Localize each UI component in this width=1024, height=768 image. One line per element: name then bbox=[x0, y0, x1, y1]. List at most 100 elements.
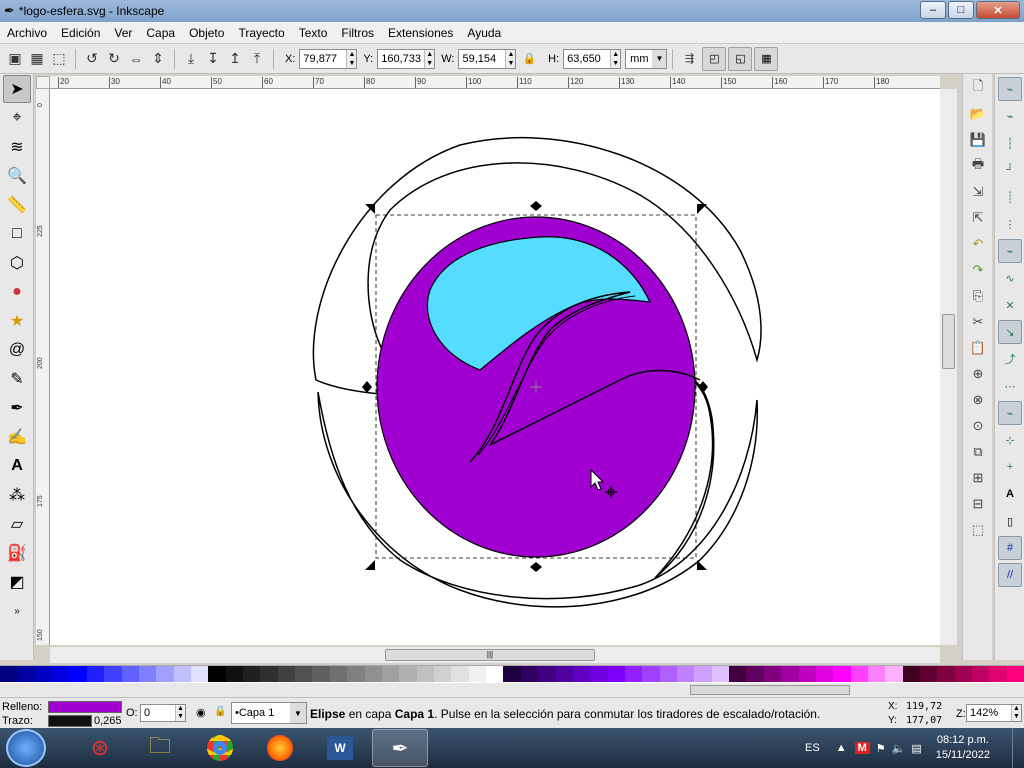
transform-gradients-toggle[interactable]: ◱ bbox=[728, 46, 753, 71]
redo-icon[interactable]: ↷ bbox=[966, 258, 990, 282]
open-file-icon[interactable]: 📂 bbox=[966, 102, 990, 126]
taskbar-explorer-icon[interactable]: 🗀 bbox=[132, 729, 188, 767]
taskbar-word-icon[interactable]: W bbox=[312, 729, 368, 767]
network-icon[interactable]: ▤ bbox=[911, 742, 921, 755]
palette-swatch[interactable] bbox=[920, 666, 938, 682]
horizontal-scroll-thumb[interactable]: ||| bbox=[385, 649, 595, 661]
snap-midpoints-icon[interactable]: ⋯ bbox=[998, 374, 1022, 398]
snap-grid-icon[interactable]: # bbox=[998, 536, 1022, 560]
palette-swatch[interactable] bbox=[659, 666, 678, 682]
antivirus-tray-icon[interactable]: M bbox=[854, 742, 870, 754]
fill-swatch[interactable] bbox=[48, 701, 122, 713]
zoom-drawing-icon[interactable]: ⊗ bbox=[966, 388, 990, 412]
palette-scrollbar[interactable] bbox=[0, 683, 1024, 697]
handle-w[interactable] bbox=[362, 381, 372, 393]
print-icon[interactable]: 🖶 bbox=[966, 154, 990, 178]
undo-icon[interactable]: ↶ bbox=[966, 232, 990, 256]
menu-edicion[interactable]: Edición bbox=[54, 26, 107, 40]
paste-icon[interactable]: 📋 bbox=[966, 336, 990, 360]
raise-top-icon[interactable]: ⤒ bbox=[246, 48, 268, 70]
palette-swatch[interactable] bbox=[433, 666, 452, 682]
rectangle-tool-icon[interactable]: □ bbox=[3, 220, 31, 248]
snap-bbox-midpoints-icon[interactable]: ┊ bbox=[998, 185, 1022, 209]
minimize-button[interactable]: – bbox=[920, 1, 946, 19]
taskbar-firefox-icon[interactable] bbox=[252, 729, 308, 767]
snap-intersections-icon[interactable]: ✕ bbox=[998, 293, 1022, 317]
palette-swatch[interactable] bbox=[138, 666, 157, 682]
import-icon[interactable]: ⇲ bbox=[966, 180, 990, 204]
y-spin-arrows[interactable]: ▲ ▼ bbox=[424, 49, 435, 68]
palette-swatch[interactable] bbox=[694, 666, 712, 682]
palette-swatch[interactable] bbox=[34, 666, 53, 682]
palette-swatch[interactable] bbox=[677, 666, 695, 682]
palette-swatch[interactable] bbox=[937, 666, 955, 682]
opacity-value[interactable]: 0 bbox=[141, 707, 175, 719]
snap-guide-icon[interactable]: // bbox=[998, 563, 1022, 587]
snap-bbox-icon[interactable]: ⌁ bbox=[998, 104, 1022, 128]
palette-swatch[interactable] bbox=[416, 666, 434, 682]
chevron-down-icon[interactable]: ▼ bbox=[290, 703, 306, 723]
snap-enable-icon[interactable]: ⌁ bbox=[998, 77, 1022, 101]
handle-sw[interactable] bbox=[365, 560, 375, 570]
palette-swatch[interactable] bbox=[295, 666, 313, 682]
snap-others-icon[interactable]: ⌁ bbox=[998, 401, 1022, 425]
language-indicator[interactable]: ES bbox=[805, 742, 820, 754]
palette-swatch[interactable] bbox=[538, 666, 556, 682]
transform-patterns-toggle[interactable]: ▦ bbox=[754, 46, 779, 71]
flip-vertical-icon[interactable]: ⇕ bbox=[147, 48, 169, 70]
zoom-selection-icon[interactable]: ⊕ bbox=[966, 362, 990, 386]
palette-swatch[interactable] bbox=[746, 666, 764, 682]
palette-swatch[interactable] bbox=[190, 666, 209, 682]
zoom-tool-icon[interactable]: 🔍 bbox=[3, 162, 31, 190]
handle-s[interactable] bbox=[530, 562, 542, 572]
palette-swatch[interactable] bbox=[486, 666, 504, 682]
snap-bbox-edges-icon[interactable]: ┆ bbox=[998, 131, 1022, 155]
zoom-spin-arrows[interactable]: ▲ ▼ bbox=[1011, 705, 1021, 721]
handle-e[interactable] bbox=[698, 381, 708, 393]
calligraphy-tool-icon[interactable]: ✍ bbox=[3, 423, 31, 451]
palette-swatch[interactable] bbox=[850, 666, 868, 682]
toolbox-more-icon[interactable]: » bbox=[3, 597, 31, 625]
palette-swatch[interactable] bbox=[972, 666, 990, 682]
stroke-swatch[interactable] bbox=[48, 715, 92, 727]
palette-swatch[interactable] bbox=[243, 666, 261, 682]
menu-filtros[interactable]: Filtros bbox=[334, 26, 381, 40]
palette-swatch[interactable] bbox=[989, 666, 1007, 682]
palette-swatch[interactable] bbox=[902, 666, 921, 682]
lower-bottom-icon[interactable]: ⤓ bbox=[180, 48, 202, 70]
maximize-button[interactable]: □ bbox=[948, 1, 974, 19]
stroke-width-value[interactable]: 0,265 bbox=[94, 715, 122, 727]
action-center-icon[interactable]: ⚑ bbox=[876, 742, 886, 755]
snap-bbox-centers-icon[interactable]: ⋮ bbox=[998, 212, 1022, 236]
pen-tool-icon[interactable]: ✒ bbox=[3, 394, 31, 422]
palette-swatch[interactable] bbox=[954, 666, 973, 682]
palette-swatch[interactable] bbox=[347, 666, 365, 682]
x-spinbox[interactable]: 79,877 ▲ ▼ bbox=[299, 48, 358, 69]
palette-swatch[interactable] bbox=[520, 666, 539, 682]
select-all-layers-icon[interactable]: ▦ bbox=[26, 48, 48, 70]
ellipse-tool-icon[interactable]: ● bbox=[3, 278, 31, 306]
palette-swatch[interactable] bbox=[86, 666, 105, 682]
palette-swatch[interactable] bbox=[711, 666, 730, 682]
snap-centers-icon[interactable]: ⊹ bbox=[998, 428, 1022, 452]
drawing-svg[interactable] bbox=[50, 89, 940, 645]
x-spin-arrows[interactable]: ▲ ▼ bbox=[346, 49, 357, 68]
new-document-icon[interactable]: 🗋 bbox=[966, 76, 990, 100]
menu-archivo[interactable]: Archivo bbox=[0, 26, 54, 40]
spiral-tool-icon[interactable]: @ bbox=[3, 336, 31, 364]
palette-swatch[interactable] bbox=[364, 666, 382, 682]
w-spin-arrows[interactable]: ▲ ▼ bbox=[505, 49, 516, 68]
palette-swatch[interactable] bbox=[833, 666, 851, 682]
palette-swatch[interactable] bbox=[590, 666, 608, 682]
h-value[interactable]: 63,650 bbox=[564, 53, 610, 65]
rotate-ccw-icon[interactable]: ↺ bbox=[81, 48, 103, 70]
x-value[interactable]: 79,877 bbox=[300, 53, 346, 65]
handle-n[interactable] bbox=[530, 201, 542, 211]
spray-tool-icon[interactable]: ⁂ bbox=[3, 481, 31, 509]
palette-swatch[interactable] bbox=[381, 666, 400, 682]
lock-icon[interactable]: 🔒 bbox=[522, 52, 536, 65]
lower-icon[interactable]: ↧ bbox=[202, 48, 224, 70]
clone-icon[interactable]: ⊞ bbox=[966, 466, 990, 490]
vertical-scroll-thumb[interactable] bbox=[942, 314, 955, 369]
close-button[interactable]: ✕ bbox=[976, 1, 1020, 19]
